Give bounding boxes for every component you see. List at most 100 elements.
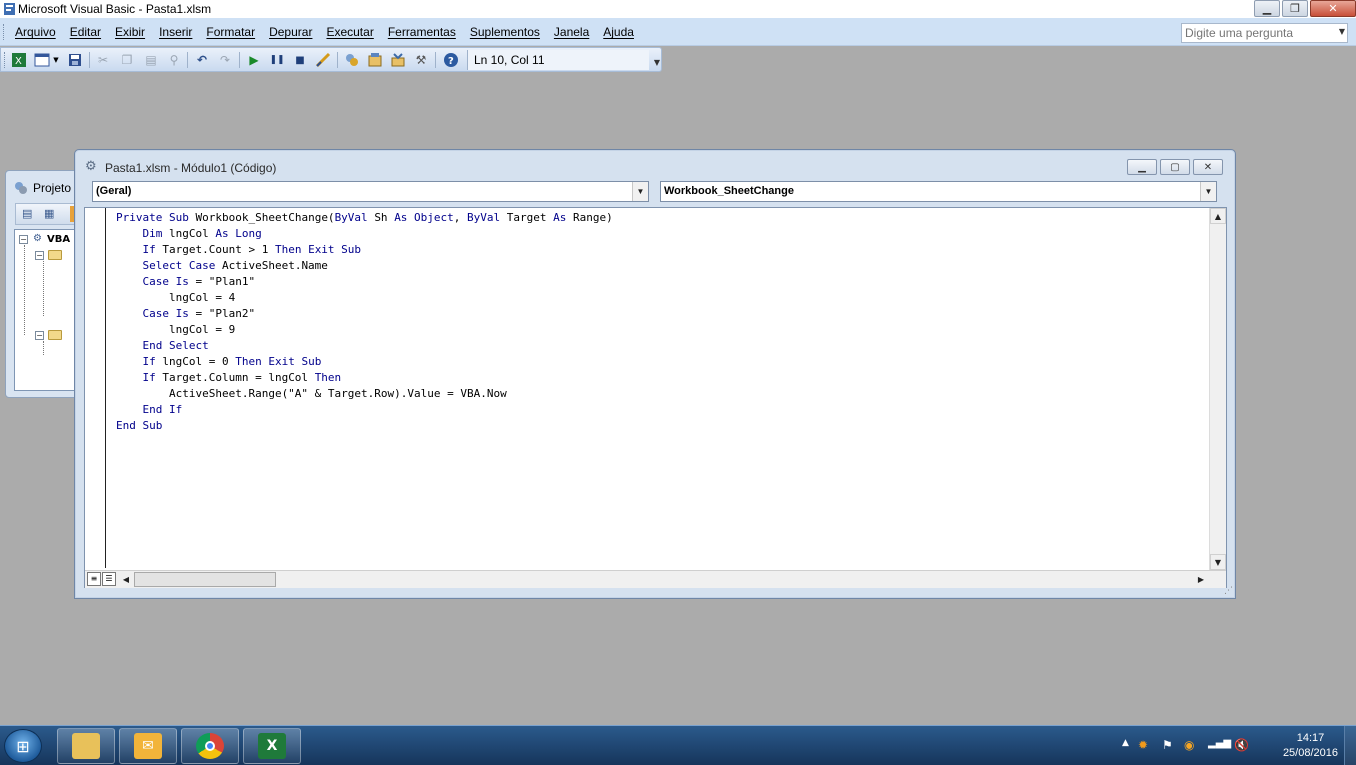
view-object-icon[interactable]: ▦ — [44, 207, 54, 220]
chevron-down-icon[interactable]: ▼ — [1339, 27, 1345, 36]
resize-grip-icon[interactable]: ⋰ — [1224, 586, 1233, 596]
menu-janela[interactable]: Janela — [547, 25, 596, 39]
toolbar-grip[interactable] — [4, 52, 7, 68]
menu-suplementos[interactable]: Suplementos — [463, 25, 547, 39]
redo-icon[interactable]: ↷ — [216, 51, 234, 69]
editor-margin[interactable] — [85, 208, 106, 568]
code-window[interactable]: ⚙ Pasta1.xlsm - Módulo1 (Código) ▁ ▢ ✕ (… — [74, 149, 1236, 599]
action-center-icon[interactable]: ⚑ — [1162, 738, 1173, 752]
code-line[interactable]: End Sub — [116, 418, 613, 434]
code-line[interactable]: End Select — [116, 338, 613, 354]
code-line[interactable]: If lngCol = 0 Then Exit Sub — [116, 354, 613, 370]
tree-root-label[interactable]: VBA — [47, 234, 70, 245]
design-mode-icon[interactable] — [314, 51, 332, 69]
collapse-icon[interactable]: − — [35, 331, 44, 340]
project-explorer-window[interactable]: Projeto ▤ ▦ − ⚙ VBA − − — [5, 170, 85, 398]
menu-ajuda[interactable]: Ajuda — [596, 25, 641, 39]
code-token: Workbook_SheetChange( — [195, 211, 335, 224]
taskbar-outlook[interactable]: ✉ — [119, 728, 177, 764]
menu-executar[interactable]: Executar — [319, 25, 380, 39]
scroll-thumb[interactable] — [134, 572, 276, 587]
vertical-scrollbar[interactable]: ▲ ▼ — [1209, 208, 1226, 570]
volume-muted-icon[interactable]: 🔇 — [1234, 738, 1249, 752]
code-text[interactable]: Private Sub Workbook_SheetChange(ByVal S… — [116, 210, 613, 434]
menu-arquivo[interactable]: Arquivo — [8, 25, 63, 39]
code-line[interactable]: If Target.Column = lngCol Then — [116, 370, 613, 386]
show-desktop-button[interactable] — [1344, 726, 1356, 765]
code-line[interactable]: If Target.Count > 1 Then Exit Sub — [116, 242, 613, 258]
excel-view-icon[interactable]: X — [10, 51, 28, 69]
insert-userform-icon[interactable] — [33, 51, 51, 69]
break-icon[interactable]: ❚❚ — [268, 51, 286, 69]
code-line[interactable]: lngCol = 9 — [116, 322, 613, 338]
object-browser-icon[interactable] — [389, 51, 407, 69]
window-title: Microsoft Visual Basic - Pasta1.xlsm — [18, 2, 212, 16]
undo-icon[interactable]: ↶ — [193, 51, 211, 69]
object-combo[interactable]: (Geral) ▼ — [92, 181, 649, 202]
menu-depurar[interactable]: Depurar — [262, 25, 319, 39]
code-line[interactable]: ActiveSheet.Range("A" & Target.Row).Valu… — [116, 386, 613, 402]
procedure-view-icon[interactable]: ≡ — [87, 572, 101, 586]
toolbox-icon[interactable]: ⚒ — [412, 51, 430, 69]
restore-button[interactable]: ❐ — [1282, 0, 1308, 17]
full-module-view-icon[interactable]: ☰ — [102, 572, 116, 586]
scroll-down-icon[interactable]: ▼ — [1210, 554, 1226, 570]
cut-icon[interactable]: ✂ — [94, 51, 112, 69]
code-line[interactable]: Case Is = "Plan1" — [116, 274, 613, 290]
horizontal-scrollbar[interactable]: ≡ ☰ ◀ ▶ — [85, 570, 1226, 588]
code-line[interactable]: Dim lngCol As Long — [116, 226, 613, 242]
show-hidden-icons-icon[interactable]: ▲ — [1122, 738, 1129, 748]
code-line[interactable]: Case Is = "Plan2" — [116, 306, 613, 322]
chevron-down-icon[interactable]: ▼ — [1200, 182, 1216, 201]
code-line[interactable]: lngCol = 4 — [116, 290, 613, 306]
menu-ferramentas[interactable]: Ferramentas — [381, 25, 463, 39]
code-line[interactable]: Select Case ActiveSheet.Name — [116, 258, 613, 274]
code-line[interactable]: End If — [116, 402, 613, 418]
start-button[interactable]: ⊞ — [4, 729, 42, 763]
scroll-left-icon[interactable]: ◀ — [119, 572, 133, 587]
toolbar-separator — [187, 52, 188, 68]
chevron-down-icon[interactable]: ▼ — [632, 182, 648, 201]
help-search-input[interactable] — [1182, 24, 1332, 42]
project-explorer-icon[interactable] — [343, 51, 361, 69]
code-editor[interactable]: Private Sub Workbook_SheetChange(ByVal S… — [84, 207, 1227, 588]
avast-icon[interactable]: ✹ — [1138, 738, 1148, 752]
copy-icon[interactable]: ❐ — [118, 51, 136, 69]
help-icon[interactable]: ? — [442, 51, 460, 69]
find-icon[interactable]: ⚲ — [165, 51, 183, 69]
run-icon[interactable]: ▶ — [245, 51, 263, 69]
help-search[interactable]: ▼ — [1181, 23, 1348, 43]
network-icon[interactable]: ▂▄▆ — [1208, 738, 1231, 749]
code-minimize-button[interactable]: ▁ — [1127, 159, 1157, 175]
title-bar: Microsoft Visual Basic - Pasta1.xlsm ▁ ❐… — [0, 0, 1356, 18]
taskbar-explorer[interactable] — [57, 728, 115, 764]
code-keyword: Dim — [116, 227, 169, 240]
toolbar-options-icon[interactable]: ▼ — [654, 58, 660, 67]
code-token: Sh — [374, 211, 395, 224]
menu-formatar[interactable]: Formatar — [199, 25, 262, 39]
menu-inserir[interactable]: Inserir — [152, 25, 199, 39]
view-code-icon[interactable]: ▤ — [22, 207, 32, 220]
clock[interactable]: 14:17 25/08/2016 — [1283, 731, 1338, 761]
chevron-down-icon[interactable]: ▼ — [51, 51, 61, 69]
taskbar-excel[interactable]: X — [243, 728, 301, 764]
update-icon[interactable]: ◉ — [1184, 738, 1194, 752]
paste-icon[interactable]: ▤ — [142, 51, 160, 69]
code-maximize-button[interactable]: ▢ — [1160, 159, 1190, 175]
collapse-icon[interactable]: − — [19, 235, 28, 244]
menu-exibir[interactable]: Exibir — [108, 25, 152, 39]
collapse-icon[interactable]: − — [35, 251, 44, 260]
taskbar-chrome[interactable] — [181, 728, 239, 764]
procedure-combo[interactable]: Workbook_SheetChange ▼ — [660, 181, 1217, 202]
scroll-right-icon[interactable]: ▶ — [1194, 572, 1208, 587]
reset-icon[interactable]: ■ — [291, 51, 309, 69]
code-line[interactable]: Private Sub Workbook_SheetChange(ByVal S… — [116, 210, 613, 226]
minimize-button[interactable]: ▁ — [1254, 0, 1280, 17]
properties-icon[interactable] — [366, 51, 384, 69]
scroll-up-icon[interactable]: ▲ — [1210, 208, 1226, 224]
menu-editar[interactable]: Editar — [63, 25, 108, 39]
menu-grip[interactable] — [3, 24, 6, 40]
save-icon[interactable] — [66, 51, 84, 69]
close-button[interactable]: ✕ — [1310, 0, 1356, 17]
code-close-button[interactable]: ✕ — [1193, 159, 1223, 175]
